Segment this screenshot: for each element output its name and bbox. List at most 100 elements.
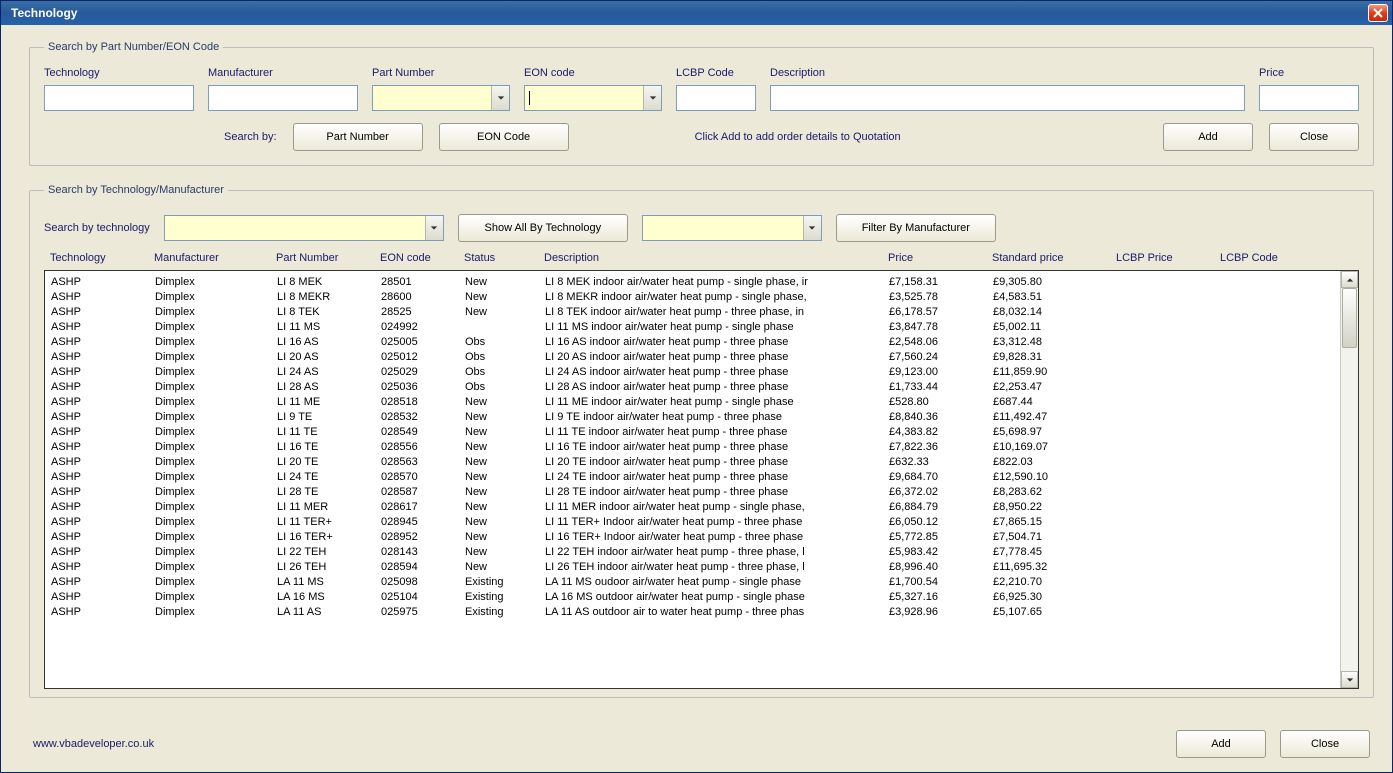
list-item[interactable]: ASHPDimplexLI 11 MS024992LI 11 MS indoor… [51, 320, 1334, 335]
scroll-thumb[interactable] [1342, 288, 1357, 348]
group-search-tech-manu: Search by Technology/Manufacturer Search… [29, 184, 1374, 698]
add-button-bottom[interactable]: Add [1176, 730, 1266, 758]
search-by-eoncode-button[interactable]: EON Code [439, 123, 569, 151]
cell-eoncode: 028570 [381, 470, 461, 485]
partnumber-combo[interactable] [372, 85, 510, 111]
cell-lcbpcode [1221, 335, 1321, 350]
group2-legend: Search by Technology/Manufacturer [44, 184, 228, 196]
list-item[interactable]: ASHPDimplexLI 16 AS025005ObsLI 16 AS ind… [51, 335, 1334, 350]
cell-status: New [465, 485, 541, 500]
cell-eoncode: 028549 [381, 425, 461, 440]
cell-technology: ASHP [51, 425, 151, 440]
list-item[interactable]: ASHPDimplexLI 20 TE028563NewLI 20 TE ind… [51, 455, 1334, 470]
scroll-down-button[interactable] [1341, 671, 1358, 688]
list-item[interactable]: ASHPDimplexLI 8 MEKR28600NewLI 8 MEKR in… [51, 290, 1334, 305]
technology-input[interactable] [44, 85, 194, 111]
cell-lcbpprice [1117, 545, 1217, 560]
list-item[interactable]: ASHPDimplexLI 26 TEH028594NewLI 26 TEH i… [51, 560, 1334, 575]
description-input[interactable] [770, 85, 1245, 111]
list-item[interactable]: ASHPDimplexLA 11 MS025098ExistingLA 11 M… [51, 575, 1334, 590]
cell-technology: ASHP [51, 545, 151, 560]
list-item[interactable]: ASHPDimplexLI 11 MER028617NewLI 11 MER i… [51, 500, 1334, 515]
cell-stdprice: £7,778.45 [993, 545, 1113, 560]
list-item[interactable]: ASHPDimplexLI 20 AS025012ObsLI 20 AS ind… [51, 350, 1334, 365]
cell-status: New [465, 425, 541, 440]
list-item[interactable]: ASHPDimplexLI 28 AS025036ObsLI 28 AS ind… [51, 380, 1334, 395]
price-input[interactable] [1259, 85, 1359, 111]
cell-description: LI 8 MEK indoor air/water heat pump - si… [545, 275, 885, 290]
close-button-bottom[interactable]: Close [1280, 730, 1370, 758]
cell-status [465, 320, 541, 335]
list-item[interactable]: ASHPDimplexLI 16 TER+028952NewLI 16 TER+… [51, 530, 1334, 545]
scroll-track[interactable] [1341, 288, 1358, 671]
eoncode-combo[interactable] [524, 85, 662, 111]
cell-price: £5,983.42 [889, 545, 989, 560]
list-item[interactable]: ASHPDimplexLA 11 AS025975ExistingLA 11 A… [51, 605, 1334, 620]
cell-status: Obs [465, 350, 541, 365]
cell-stdprice: £8,283.62 [993, 485, 1113, 500]
cell-status: Existing [465, 605, 541, 620]
chevron-down-icon[interactable] [643, 86, 661, 110]
window-close-button[interactable] [1368, 4, 1388, 22]
cell-lcbpcode [1221, 305, 1321, 320]
cell-partnumber: LI 20 TE [277, 455, 377, 470]
hdr-stdprice: Standard price [992, 252, 1112, 264]
cell-technology: ASHP [51, 395, 151, 410]
cell-manufacturer: Dimplex [155, 440, 273, 455]
list-item[interactable]: ASHPDimplexLA 16 MS025104ExistingLA 16 M… [51, 590, 1334, 605]
list-item[interactable]: ASHPDimplexLI 11 TER+028945NewLI 11 TER+… [51, 515, 1334, 530]
cell-stdprice: £8,032.14 [993, 305, 1113, 320]
cell-status: New [465, 470, 541, 485]
lcbpcode-input[interactable] [676, 85, 756, 111]
titlebar: Technology [1, 1, 1392, 25]
manufacturer-combo[interactable] [642, 215, 822, 241]
manufacturer-input[interactable] [208, 85, 358, 111]
results-listbox[interactable]: ASHPDimplexLI 8 MEK28501NewLI 8 MEK indo… [44, 270, 1359, 689]
cell-manufacturer: Dimplex [155, 605, 273, 620]
label-technology: Technology [44, 67, 194, 79]
cell-technology: ASHP [51, 560, 151, 575]
cell-partnumber: LI 26 TEH [277, 560, 377, 575]
cell-partnumber: LI 8 MEK [277, 275, 377, 290]
list-item[interactable]: ASHPDimplexLI 11 ME028518NewLI 11 ME ind… [51, 395, 1334, 410]
cell-partnumber: LI 24 AS [277, 365, 377, 380]
cell-stdprice: £2,210.70 [993, 575, 1113, 590]
client-area: Search by Part Number/EON Code Technolog… [1, 25, 1392, 772]
chevron-down-icon[interactable] [803, 216, 821, 240]
cell-eoncode: 025098 [381, 575, 461, 590]
chevron-down-icon[interactable] [491, 86, 509, 110]
cell-description: LI 28 AS indoor air/water heat pump - th… [545, 380, 885, 395]
chevron-down-icon[interactable] [425, 216, 443, 240]
cell-stdprice: £11,492.47 [993, 410, 1113, 425]
label-search-by-technology: Search by technology [44, 222, 150, 234]
cell-price: £7,822.36 [889, 440, 989, 455]
cell-technology: ASHP [51, 320, 151, 335]
close-button-top[interactable]: Close [1269, 123, 1359, 151]
list-item[interactable]: ASHPDimplexLI 8 TEK28525NewLI 8 TEK indo… [51, 305, 1334, 320]
add-button-top[interactable]: Add [1163, 123, 1253, 151]
list-item[interactable]: ASHPDimplexLI 22 TEH028143NewLI 22 TEH i… [51, 545, 1334, 560]
search-by-partnumber-button[interactable]: Part Number [293, 123, 423, 151]
cell-manufacturer: Dimplex [155, 545, 273, 560]
cell-price: £632.33 [889, 455, 989, 470]
list-item[interactable]: ASHPDimplexLI 16 TE028556NewLI 16 TE ind… [51, 440, 1334, 455]
list-item[interactable]: ASHPDimplexLI 24 TE028570NewLI 24 TE ind… [51, 470, 1334, 485]
technology-combo[interactable] [164, 215, 444, 241]
cell-stdprice: £11,695.32 [993, 560, 1113, 575]
cell-eoncode: 028563 [381, 455, 461, 470]
cell-technology: ASHP [51, 335, 151, 350]
cell-lcbpprice [1117, 350, 1217, 365]
scroll-up-button[interactable] [1341, 271, 1358, 288]
list-item[interactable]: ASHPDimplexLI 11 TE028549NewLI 11 TE ind… [51, 425, 1334, 440]
cell-technology: ASHP [51, 530, 151, 545]
cell-partnumber: LI 9 TE [277, 410, 377, 425]
list-item[interactable]: ASHPDimplexLI 28 TE028587NewLI 28 TE ind… [51, 485, 1334, 500]
list-item[interactable]: ASHPDimplexLI 8 MEK28501NewLI 8 MEK indo… [51, 275, 1334, 290]
show-all-by-technology-button[interactable]: Show All By Technology [458, 214, 628, 242]
cell-manufacturer: Dimplex [155, 380, 273, 395]
scrollbar[interactable] [1340, 271, 1358, 688]
filter-by-manufacturer-button[interactable]: Filter By Manufacturer [836, 214, 996, 242]
list-item[interactable]: ASHPDimplexLI 24 AS025029ObsLI 24 AS ind… [51, 365, 1334, 380]
cell-lcbpprice [1117, 500, 1217, 515]
list-item[interactable]: ASHPDimplexLI 9 TE028532NewLI 9 TE indoo… [51, 410, 1334, 425]
